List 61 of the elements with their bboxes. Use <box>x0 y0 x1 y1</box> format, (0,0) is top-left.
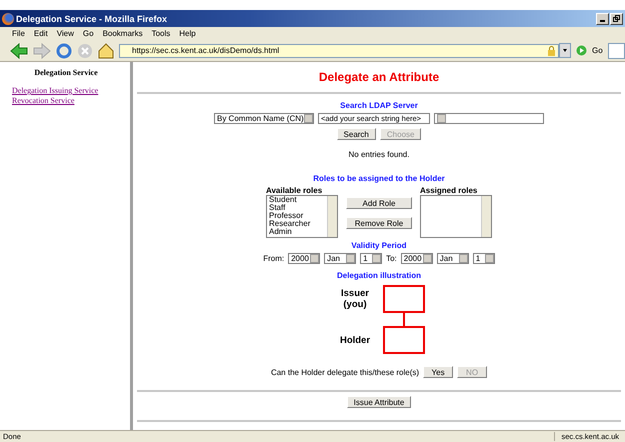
available-roles-list[interactable]: Student Staff Professor Researcher Admin <box>266 195 338 238</box>
issuer-box <box>383 285 425 313</box>
yes-button[interactable]: Yes <box>423 366 454 378</box>
menu-item[interactable]: Tools <box>152 29 170 38</box>
role-option[interactable]: Admin <box>269 228 327 236</box>
holder-label: Holder <box>338 334 372 346</box>
date-select[interactable]: 2000 <box>288 253 320 264</box>
back-arrow-icon[interactable] <box>10 42 28 58</box>
go-button[interactable]: Go <box>592 46 603 55</box>
restore-icon <box>613 15 620 22</box>
add-role-button[interactable]: Add Role <box>346 197 412 209</box>
sidebar-link[interactable]: Delegation Issuing Service <box>12 86 98 96</box>
minimize-button[interactable] <box>596 12 609 24</box>
role-option[interactable]: Researcher <box>269 220 327 228</box>
section-heading: Search LDAP Server <box>340 101 418 110</box>
search-by-select[interactable]: By Common Name (CN) <box>214 113 314 124</box>
address-field[interactable]: https://sec.cs.kent.ac.uk/disDemo/ds.html <box>119 44 559 58</box>
date-select[interactable]: 2000 <box>400 253 433 264</box>
results-select[interactable] <box>434 113 544 124</box>
search-field[interactable] <box>608 42 625 58</box>
issue-attribute-button[interactable]: Issue Attribute <box>346 396 412 408</box>
role-option[interactable]: Student <box>269 196 327 204</box>
connector-line <box>403 313 405 326</box>
sidebar-heading: Delegation Service <box>34 68 98 77</box>
page-title: Delegate an Attribute <box>318 70 440 84</box>
browser-logo-icon <box>2 12 14 24</box>
menu-item[interactable]: Edit <box>34 29 48 38</box>
date-select[interactable]: 1 <box>472 253 495 264</box>
assigned-roles-list[interactable] <box>420 195 492 238</box>
holder-box <box>383 326 425 354</box>
search-button[interactable]: Search <box>336 128 376 140</box>
menu-item[interactable]: Help <box>179 29 196 38</box>
assigned-roles-label: Assigned roles <box>420 186 478 195</box>
delegate-question: Can the Holder delegate this/these role(s) <box>270 368 420 376</box>
scrollbar[interactable] <box>481 196 491 237</box>
restore-button[interactable] <box>610 12 623 24</box>
search-message: No entries found. <box>348 150 410 159</box>
sidebar-link[interactable]: Revocation Service <box>12 96 74 106</box>
remove-role-button[interactable]: Remove Role <box>346 217 412 229</box>
section-heading: Validity Period <box>351 241 407 250</box>
date-select[interactable]: Jan <box>436 253 469 264</box>
menu-item[interactable]: Bookmarks <box>102 29 143 38</box>
role-option[interactable]: Professor <box>269 212 327 220</box>
padlock-icon <box>547 46 556 56</box>
menu-item[interactable]: Go <box>82 29 94 38</box>
scrollbar[interactable] <box>327 196 337 237</box>
from-label: From: <box>263 254 284 263</box>
to-label: To: <box>386 254 397 263</box>
issuer-label: Issuer (you) <box>340 288 370 310</box>
available-roles-label: Available roles <box>266 186 324 195</box>
date-select[interactable]: 1 <box>360 253 382 264</box>
menu-item[interactable]: File <box>12 29 25 38</box>
home-icon[interactable] <box>98 42 114 58</box>
section-heading: Delegation illustration <box>336 271 421 280</box>
section-heading: Roles to be assigned to the Holder <box>313 174 445 183</box>
dropdown-arrow-icon[interactable] <box>559 43 571 58</box>
go-icon[interactable] <box>576 45 587 56</box>
menu-item[interactable]: View <box>56 29 74 38</box>
role-option[interactable]: Staff <box>269 204 327 212</box>
window-title: Delegation Service - Mozilla Firefox <box>16 14 168 24</box>
date-select[interactable]: Jan <box>324 253 356 264</box>
